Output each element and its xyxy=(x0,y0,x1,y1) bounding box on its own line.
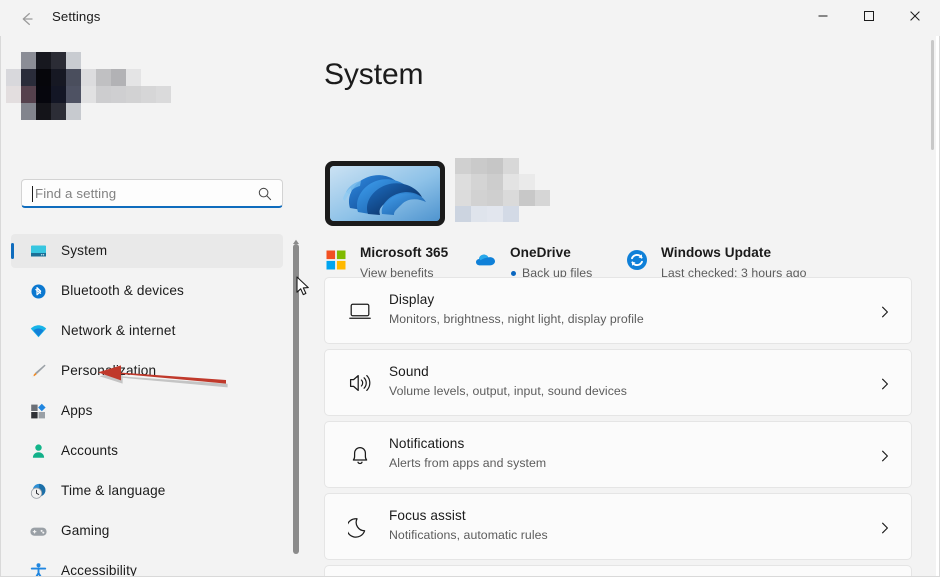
quick-link-title: OneDrive xyxy=(510,245,571,260)
text-caret xyxy=(32,186,33,202)
settings-window: Settings xyxy=(0,0,940,577)
main-content: System xyxy=(307,36,939,576)
search-placeholder: Find a setting xyxy=(35,186,116,201)
quick-link-title: Windows Update xyxy=(661,245,771,260)
search-icon[interactable] xyxy=(257,186,273,202)
bluetooth-icon xyxy=(29,282,48,301)
settings-card-subtitle: Volume levels, output, input, sound devi… xyxy=(389,384,627,398)
maximize-button[interactable] xyxy=(846,0,892,32)
accessibility-icon xyxy=(29,562,48,577)
minimize-button[interactable] xyxy=(800,0,846,32)
quick-link-title: Microsoft 365 xyxy=(360,245,448,260)
settings-card-notifications[interactable]: Notifications Alerts from apps and syste… xyxy=(324,421,912,488)
microsoft-logo-icon xyxy=(324,248,348,272)
settings-card-subtitle: Notifications, automatic rules xyxy=(389,528,548,542)
sidebar-item-label: Gaming xyxy=(61,522,110,540)
device-name-blurred xyxy=(455,158,550,228)
windows-11-wallpaper-thumbnail[interactable] xyxy=(325,161,445,226)
mouse-pointer-icon xyxy=(296,276,312,298)
settings-card-title: Focus assist xyxy=(389,508,466,523)
status-bullet xyxy=(511,271,516,276)
close-icon xyxy=(909,10,921,22)
chevron-right-icon xyxy=(879,521,891,533)
scroll-up-arrow-icon[interactable] xyxy=(292,233,300,241)
onedrive-cloud-icon xyxy=(474,248,498,272)
sidebar-item-label: Accessibility xyxy=(61,562,137,577)
minimize-icon xyxy=(817,10,829,22)
gamepad-icon xyxy=(29,522,48,541)
window-right-edge xyxy=(936,0,940,577)
sidebar-item-time-language[interactable]: Time & language xyxy=(11,474,283,508)
sidebar: Find a setting xyxy=(1,36,307,576)
monitor-icon xyxy=(29,242,48,261)
moon-icon xyxy=(348,515,372,539)
sidebar-item-gaming[interactable]: Gaming xyxy=(11,514,283,548)
main-scroll-thumb[interactable] xyxy=(931,40,934,150)
apps-grid-icon xyxy=(29,402,48,421)
sidebar-item-label: Apps xyxy=(61,402,93,420)
display-monitor-icon xyxy=(348,299,372,323)
maximize-icon xyxy=(863,10,875,22)
chevron-right-icon xyxy=(879,305,891,317)
sidebar-item-label: Accounts xyxy=(61,442,118,460)
window-title: Settings xyxy=(52,9,100,24)
paintbrush-icon xyxy=(29,362,48,381)
settings-card-subtitle: Alerts from apps and system xyxy=(389,456,546,470)
bell-icon xyxy=(348,443,372,467)
settings-card-focus-assist[interactable]: Focus assist Notifications, automatic ru… xyxy=(324,493,912,560)
wallpaper-image xyxy=(330,166,440,221)
search-input[interactable]: Find a setting xyxy=(21,179,283,208)
settings-card-subtitle: Monitors, brightness, night light, displ… xyxy=(389,312,644,326)
sidebar-item-system[interactable]: System xyxy=(11,234,283,268)
sidebar-item-label: System xyxy=(61,242,107,260)
settings-card-title: Notifications xyxy=(389,436,464,451)
back-arrow-icon xyxy=(17,9,37,29)
title-bar: Settings xyxy=(0,0,940,36)
wifi-icon xyxy=(29,322,48,341)
close-button[interactable] xyxy=(892,0,938,32)
sidebar-item-label: Network & internet xyxy=(61,322,176,340)
back-button[interactable] xyxy=(10,6,44,32)
settings-card-sound[interactable]: Sound Volume levels, output, input, soun… xyxy=(324,349,912,416)
sidebar-item-label: Bluetooth & devices xyxy=(61,282,184,300)
chevron-right-icon xyxy=(879,377,891,389)
page-title: System xyxy=(324,58,423,92)
windows-update-icon xyxy=(625,248,649,272)
settings-card-partial[interactable] xyxy=(324,565,912,576)
sidebar-item-bluetooth-devices[interactable]: Bluetooth & devices xyxy=(11,274,283,308)
settings-card-display[interactable]: Display Monitors, brightness, night ligh… xyxy=(324,277,912,344)
clock-globe-icon xyxy=(29,482,48,501)
red-pointer-arrow xyxy=(96,356,232,402)
person-icon xyxy=(29,442,48,461)
chevron-right-icon xyxy=(879,449,891,461)
sidebar-item-label: Time & language xyxy=(61,482,166,500)
sidebar-item-accessibility[interactable]: Accessibility xyxy=(11,554,283,577)
sidebar-nav-list: System Bluetooth & devices xyxy=(1,234,289,577)
sidebar-item-accounts[interactable]: Accounts xyxy=(11,434,283,468)
speaker-icon xyxy=(348,371,372,395)
active-indicator xyxy=(11,243,14,259)
sidebar-item-network-internet[interactable]: Network & internet xyxy=(11,314,283,348)
settings-card-title: Sound xyxy=(389,364,429,379)
account-avatar-blurred[interactable] xyxy=(1,52,191,120)
settings-card-title: Display xyxy=(389,292,434,307)
